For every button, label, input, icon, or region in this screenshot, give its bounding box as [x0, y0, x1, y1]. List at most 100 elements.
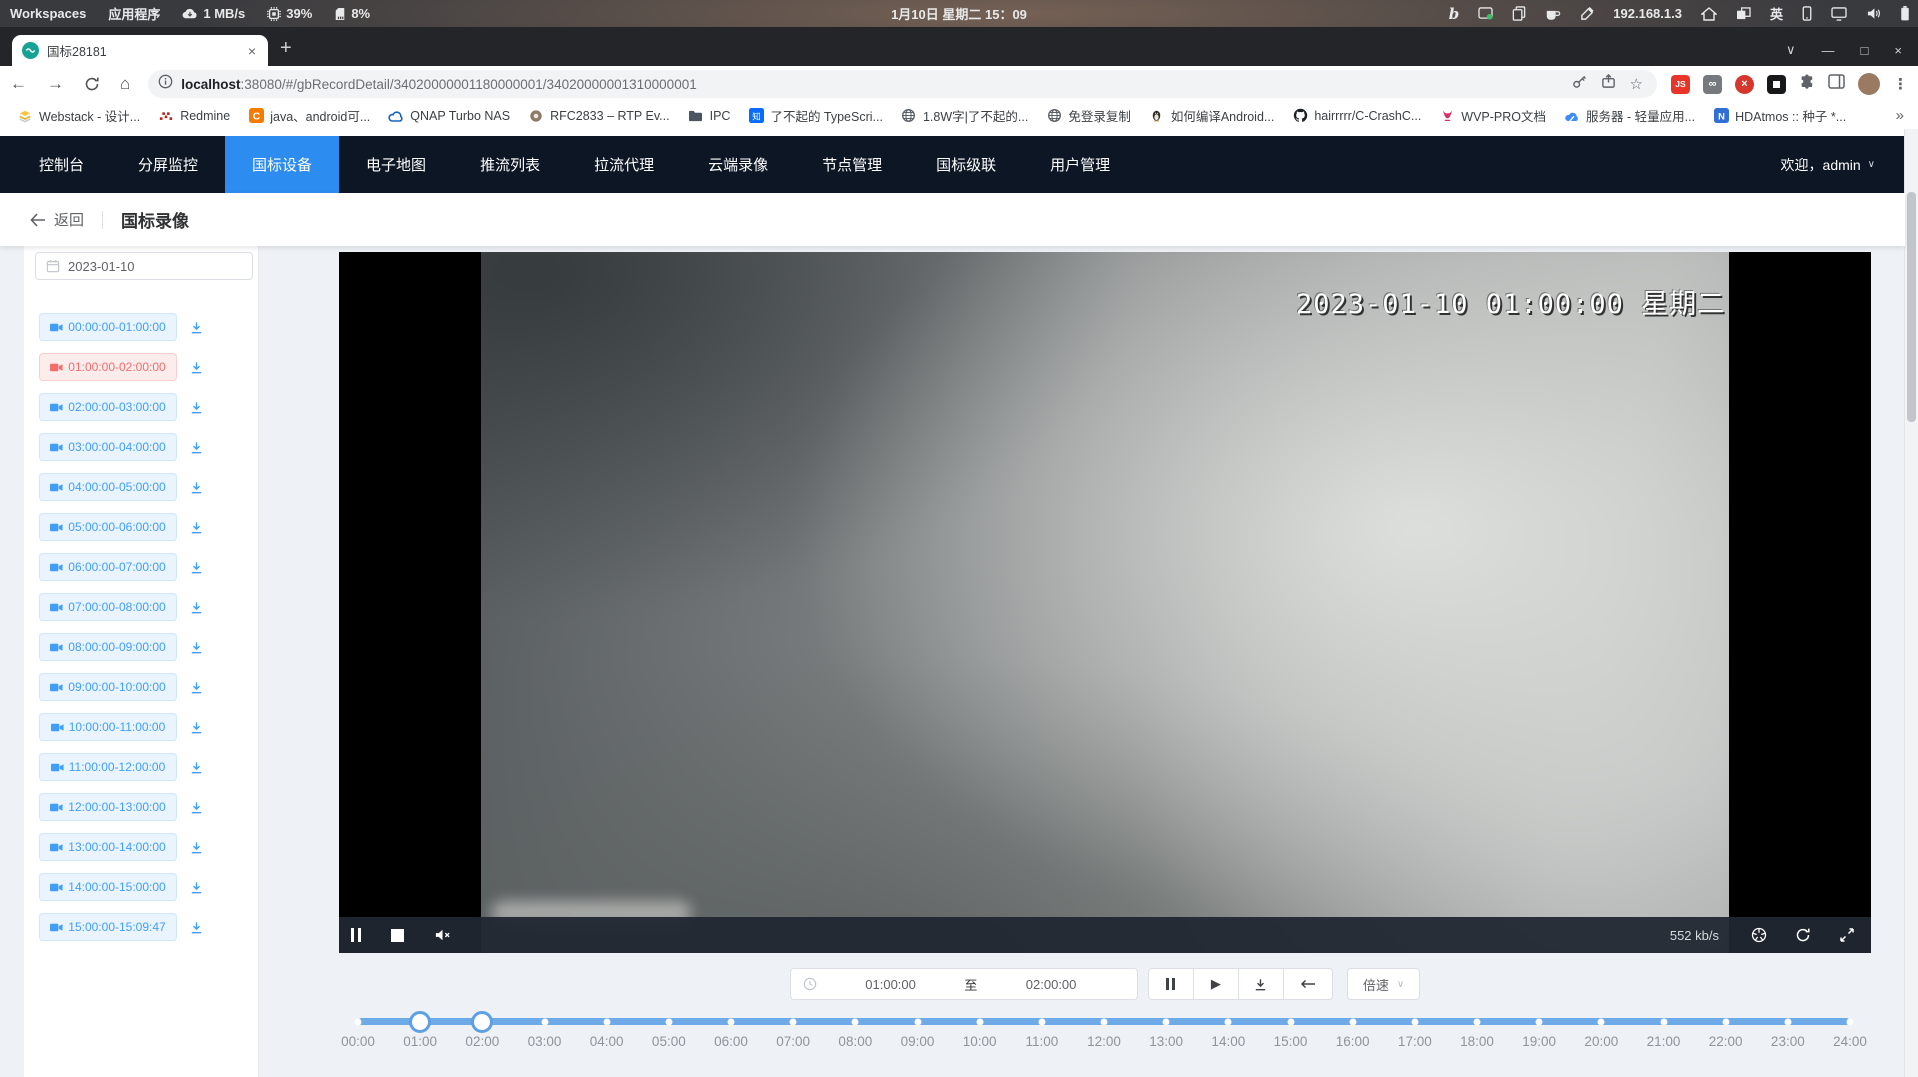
- playback-speed-dropdown[interactable]: 倍速 ∨: [1347, 968, 1420, 1000]
- record-segment-button[interactable]: 01:00:00-02:00:00: [39, 353, 177, 381]
- extensions-puzzle-icon[interactable]: [1799, 74, 1815, 95]
- timeline-track[interactable]: [358, 1018, 1850, 1025]
- refresh-icon[interactable]: [1795, 927, 1811, 943]
- windows-indicator-icon[interactable]: [1736, 7, 1751, 20]
- window-close-icon[interactable]: ×: [1894, 43, 1902, 58]
- share-icon[interactable]: [1601, 74, 1616, 94]
- nav-tab-3[interactable]: 国标设备: [225, 136, 339, 193]
- download-segment-button[interactable]: [186, 637, 206, 657]
- bookmark-item[interactable]: 1.8W字|了不起的...: [894, 103, 1035, 128]
- clipboard-indicator-icon[interactable]: [1512, 6, 1526, 21]
- download-segment-button[interactable]: [186, 437, 206, 457]
- download-segment-button[interactable]: [186, 557, 206, 577]
- gray-extension-icon[interactable]: ∞: [1703, 75, 1722, 94]
- memory-usage-indicator[interactable]: 8%: [334, 6, 370, 21]
- record-segment-button[interactable]: 14:00:00-15:00:00: [39, 873, 177, 901]
- notes-indicator-icon[interactable]: [1478, 7, 1493, 20]
- download-segment-button[interactable]: [186, 717, 206, 737]
- transport-pause-button[interactable]: [1148, 968, 1194, 1000]
- bookmark-item[interactable]: 如何编译Android...: [1142, 103, 1282, 128]
- nav-tab-7[interactable]: 云端录像: [681, 136, 795, 193]
- download-segment-button[interactable]: [186, 517, 206, 537]
- user-menu[interactable]: 欢迎，admin ∨: [1781, 136, 1875, 193]
- player-mute-icon[interactable]: [434, 928, 451, 942]
- download-segment-button[interactable]: [186, 877, 206, 897]
- player-pause-button[interactable]: [351, 928, 361, 942]
- player-stop-button[interactable]: [391, 929, 404, 942]
- bookmark-item[interactable]: 知了不起的 TypeScri...: [741, 103, 890, 128]
- bookmark-item[interactable]: WVP-PRO文档: [1432, 103, 1553, 128]
- record-segment-button[interactable]: 03:00:00-04:00:00: [39, 433, 177, 461]
- nav-tab-6[interactable]: 拉流代理: [567, 136, 681, 193]
- scrollbar-thumb[interactable]: [1907, 192, 1916, 422]
- battery-icon[interactable]: [1900, 6, 1910, 21]
- home-indicator-icon[interactable]: [1701, 7, 1717, 21]
- tab-search-icon[interactable]: ∨: [1786, 42, 1796, 58]
- record-segment-button[interactable]: 07:00:00-08:00:00: [39, 593, 177, 621]
- record-segment-button[interactable]: 13:00:00-14:00:00: [39, 833, 177, 861]
- download-segment-button[interactable]: [186, 677, 206, 697]
- record-segment-button[interactable]: 00:00:00-01:00:00: [39, 313, 177, 341]
- bookmark-item[interactable]: Cjava、android可...: [241, 103, 377, 128]
- record-segment-button[interactable]: 06:00:00-07:00:00: [39, 553, 177, 581]
- nav-tab-10[interactable]: 用户管理: [1023, 136, 1137, 193]
- coffee-indicator-icon[interactable]: [1545, 7, 1561, 21]
- color-picker-icon[interactable]: [1580, 7, 1594, 21]
- blocker-extension-icon[interactable]: ×: [1735, 75, 1754, 94]
- nav-tab-2[interactable]: 分屏监控: [111, 136, 225, 193]
- bookmark-item[interactable]: hairrrrr/C-CrashC...: [1285, 105, 1428, 127]
- browser-menu-icon[interactable]: ⋮: [1893, 75, 1908, 93]
- back-button[interactable]: ←: [0, 74, 37, 94]
- window-minimize-icon[interactable]: —: [1822, 43, 1835, 58]
- download-segment-button[interactable]: [186, 797, 206, 817]
- bookmark-item[interactable]: RFC2833 – RTP Ev...: [521, 105, 677, 127]
- volume-icon[interactable]: [1866, 7, 1881, 20]
- display-icon[interactable]: [1831, 7, 1847, 21]
- snapshot-icon[interactable]: [1751, 927, 1767, 943]
- download-segment-button[interactable]: [186, 317, 206, 337]
- bookmark-item[interactable]: 服务器 - 轻量应用...: [1557, 103, 1702, 128]
- ip-address-indicator[interactable]: 192.168.1.3: [1613, 6, 1682, 21]
- download-segment-button[interactable]: [186, 917, 206, 937]
- nav-tab-5[interactable]: 推流列表: [453, 136, 567, 193]
- timeline-handle-start[interactable]: [409, 1011, 431, 1033]
- nav-tab-9[interactable]: 国标级联: [909, 136, 1023, 193]
- bookmark-item[interactable]: Redmine: [151, 105, 237, 127]
- workspaces-button[interactable]: Workspaces: [10, 6, 86, 21]
- nav-tab-1[interactable]: 控制台: [12, 136, 111, 193]
- download-segment-button[interactable]: [186, 597, 206, 617]
- record-segment-button[interactable]: 12:00:00-13:00:00: [39, 793, 177, 821]
- download-segment-button[interactable]: [186, 397, 206, 417]
- bookmark-item[interactable]: Webstack - 设计...: [10, 103, 147, 128]
- nav-tab-8[interactable]: 节点管理: [795, 136, 909, 193]
- record-segment-button[interactable]: 04:00:00-05:00:00: [39, 473, 177, 501]
- side-panel-icon[interactable]: [1828, 74, 1845, 94]
- transport-download-button[interactable]: [1238, 968, 1284, 1000]
- bookmark-item[interactable]: 免登录复制: [1039, 103, 1138, 128]
- nav-tab-4[interactable]: 电子地图: [339, 136, 453, 193]
- tab-close-icon[interactable]: ×: [244, 43, 260, 59]
- transport-play-button[interactable]: ▶: [1193, 968, 1239, 1000]
- dark-extension-icon[interactable]: [1767, 75, 1786, 94]
- input-method-indicator[interactable]: 英: [1770, 4, 1783, 23]
- password-key-icon[interactable]: [1572, 74, 1587, 94]
- transport-seek-back-button[interactable]: [1283, 968, 1333, 1000]
- record-segment-button[interactable]: 02:00:00-03:00:00: [39, 393, 177, 421]
- applications-menu[interactable]: 应用程序: [108, 4, 160, 23]
- reload-button[interactable]: [74, 76, 110, 92]
- download-segment-button[interactable]: [186, 837, 206, 857]
- js-extension-icon[interactable]: JS: [1671, 75, 1690, 94]
- home-button[interactable]: ⌂: [110, 74, 140, 94]
- bookmark-star-icon[interactable]: ☆: [1630, 75, 1643, 93]
- record-segment-button[interactable]: 05:00:00-06:00:00: [39, 513, 177, 541]
- profile-avatar[interactable]: [1858, 73, 1880, 95]
- bookmark-item[interactable]: NHDAtmos :: 种子 *...: [1706, 103, 1853, 128]
- network-speed-indicator[interactable]: 1 MB/s: [182, 6, 245, 21]
- bookmarks-overflow-icon[interactable]: »: [1890, 107, 1918, 124]
- download-segment-button[interactable]: [186, 757, 206, 777]
- timeline-handle-end[interactable]: [471, 1011, 493, 1033]
- window-maximize-icon[interactable]: □: [1861, 43, 1869, 58]
- record-segment-button[interactable]: 15:00:00-15:09:47: [39, 913, 177, 941]
- new-tab-button[interactable]: +: [280, 37, 292, 66]
- phone-icon[interactable]: [1802, 6, 1812, 21]
